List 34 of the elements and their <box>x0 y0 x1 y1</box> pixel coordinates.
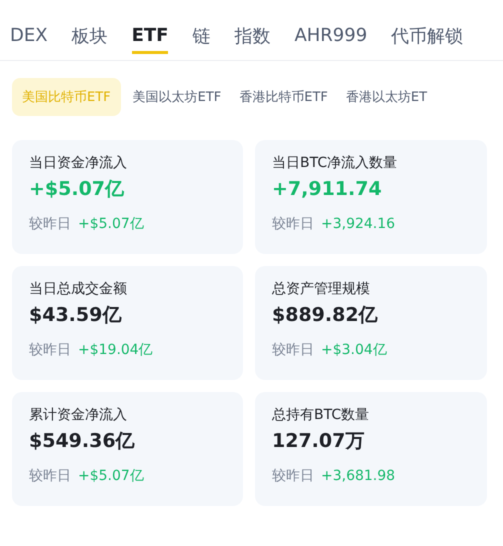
compare-value: +3,924.16 <box>321 215 396 234</box>
stat-value: $549.36亿 <box>29 429 135 453</box>
stat-value: +$5.07亿 <box>29 177 124 201</box>
compare-value: +$19.04亿 <box>78 341 153 360</box>
category-tab[interactable]: AHR999 <box>294 14 368 54</box>
stat-title: 总持有BTC数量 <box>272 406 370 425</box>
compare-value: +$5.07亿 <box>78 467 144 486</box>
stat-title: 总资产管理规模 <box>272 280 370 299</box>
compare-label: 较昨日 <box>29 215 71 234</box>
compare-value: +$5.07亿 <box>78 215 144 234</box>
compare-value: +$3.04亿 <box>321 341 387 360</box>
category-tab[interactable]: 指数 <box>234 14 270 54</box>
stat-title: 当日BTC净流入数量 <box>272 154 398 173</box>
stat-title: 累计资金净流入 <box>29 406 127 425</box>
compare-label: 较昨日 <box>272 467 314 486</box>
stat-value: $889.82亿 <box>272 303 378 327</box>
etf-filter-chip[interactable]: 美国以太坊ETF <box>126 78 228 116</box>
etf-filter-chip[interactable]: 香港比特币ETF <box>233 78 334 116</box>
category-tab[interactable]: 板块 <box>72 14 108 54</box>
compare-value: +3,681.98 <box>321 467 396 486</box>
stat-title: 当日总成交金额 <box>29 280 127 299</box>
stat-value: $43.59亿 <box>29 303 122 327</box>
category-tab[interactable]: ETF <box>132 14 168 54</box>
compare-label: 较昨日 <box>29 467 71 486</box>
compare-label: 较昨日 <box>272 341 314 360</box>
stat-value: +7,911.74 <box>272 177 382 201</box>
category-tab[interactable]: 代币解锁 <box>391 14 464 54</box>
stat-title: 当日资金净流入 <box>29 154 127 173</box>
category-tab[interactable]: DEX <box>10 14 48 54</box>
category-tab[interactable]: 链 <box>192 14 210 54</box>
compare-label: 较昨日 <box>272 215 314 234</box>
stat-value: 127.07万 <box>272 429 364 453</box>
compare-label: 较昨日 <box>29 341 71 360</box>
etf-filter-chip[interactable]: 香港以太坊ET <box>340 78 434 116</box>
